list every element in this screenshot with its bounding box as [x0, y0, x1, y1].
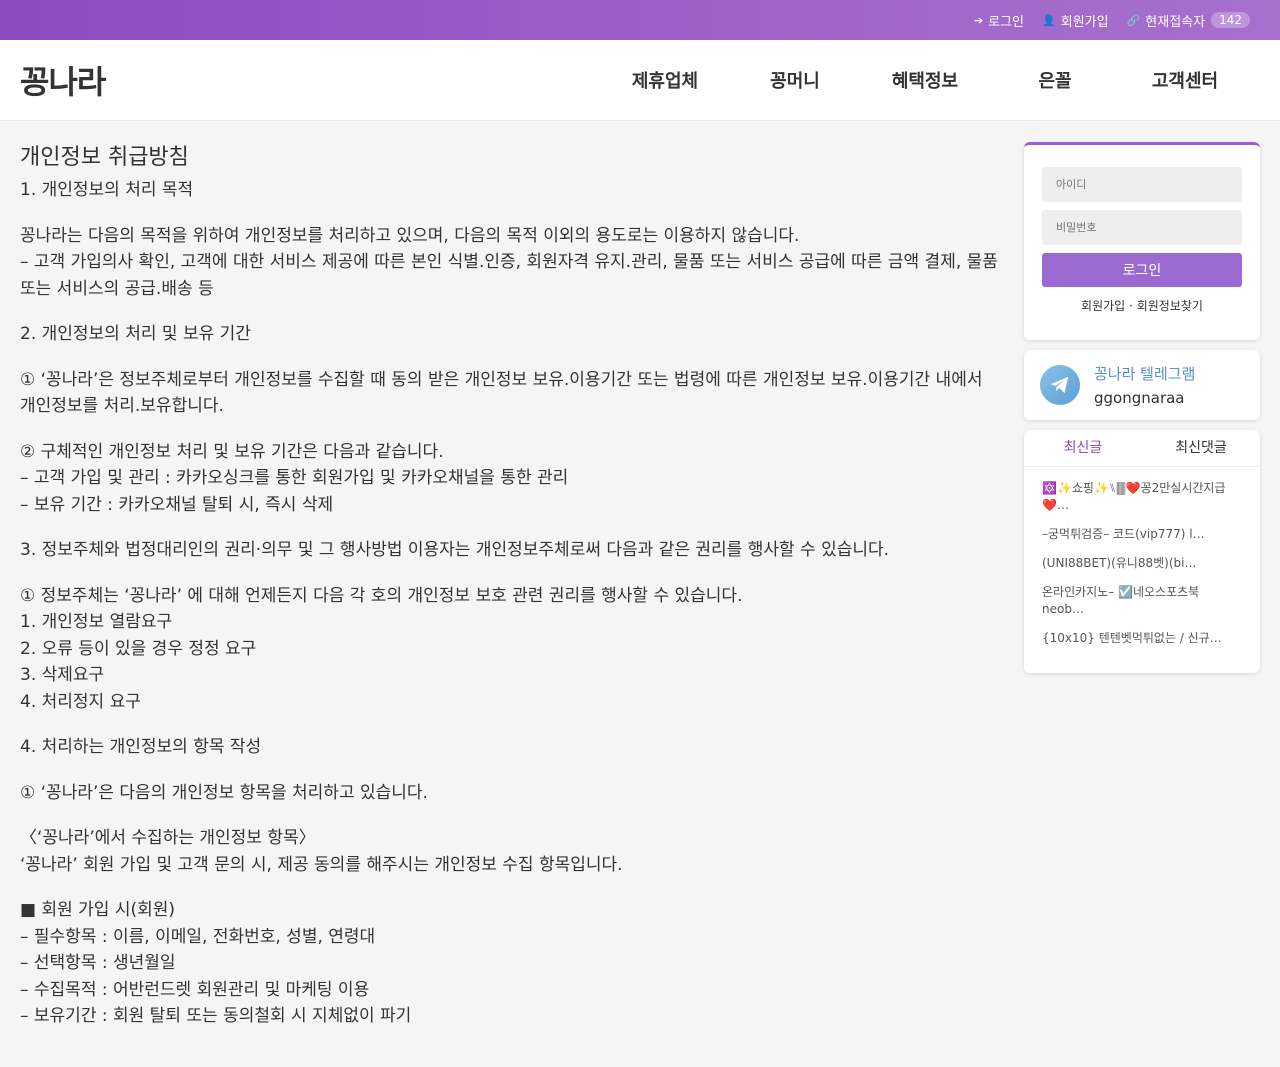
- visitors-count-badge: 142: [1211, 12, 1250, 28]
- list-item[interactable]: (UNI88BET)(유니88벳)(bi…: [1042, 555, 1242, 572]
- main-content: 개인정보 취급방침 1. 개인정보의 처리 목적 꽁나라는 다음의 목적을 위하…: [0, 121, 1020, 1067]
- policy-line: – 고객 가입의사 확인, 고객에 대한 서비스 제공에 따른 본인 식별.인증…: [20, 252, 998, 299]
- link-separator: ·: [1129, 299, 1133, 313]
- policy-line: ① ‘꽁나라’은 정보주체로부터 개인정보를 수집할 때 동의 받은 개인정보 …: [20, 369, 983, 417]
- policy-line: – 필수항목 : 이름, 이메일, 전화번호, 성별, 연령대: [20, 926, 376, 947]
- policy-paragraph: ■ 회원 가입 시(회원) – 필수항목 : 이름, 이메일, 전화번호, 성별,…: [20, 897, 1000, 1030]
- find-account-link[interactable]: 회원정보찾기: [1137, 299, 1203, 313]
- telegram-handle: ggongnaraa: [1094, 389, 1185, 407]
- tab-latest-comments[interactable]: 최신댓글: [1142, 430, 1260, 466]
- policy-line: – 선택항목 : 생년월일: [20, 953, 176, 973]
- login-button[interactable]: 로그인: [1042, 253, 1242, 287]
- policy-line: 꽁나라는 다음의 목적을 위하여 개인정보를 처리하고 있으며, 다음의 목적 …: [20, 225, 800, 246]
- nav-item-gallery[interactable]: 은꼴: [990, 67, 1120, 93]
- policy-paragraph: ② 구체적인 개인정보 처리 및 보유 기간은 다음과 같습니다. – 고객 가입…: [20, 439, 1000, 519]
- signup-link-label: 회원가입: [1060, 14, 1109, 30]
- top-bar: ➔ 로그인 👤 회원가입 🔗 현재접속자 142: [0, 0, 1280, 40]
- policy-line: ① ‘꽁나라’은 다음의 개인정보 항목을 처리하고 있습니다.: [20, 782, 428, 803]
- policy-line: – 고객 가입 및 관리 : 카카오싱크를 통한 회원가입 및 카카오채널을 통…: [20, 468, 569, 488]
- user-icon: 👤: [1042, 13, 1056, 27]
- password-input[interactable]: [1042, 210, 1242, 245]
- policy-body: 1. 개인정보의 처리 목적 꽁나라는 다음의 목적을 위하여 개인정보를 처리…: [20, 177, 1000, 1030]
- policy-line: ■ 회원 가입 시(회원): [20, 900, 176, 920]
- policy-line: 1. 개인정보 열람요구: [20, 612, 173, 632]
- policy-paragraph: 꽁나라는 다음의 목적을 위하여 개인정보를 처리하고 있으며, 다음의 목적 …: [20, 223, 1000, 303]
- telegram-icon: [1040, 365, 1080, 405]
- site-header: 꽁나라 제휴업체 꽁머니 혜택정보 은꼴 고객센터: [0, 40, 1280, 121]
- tab-latest-posts[interactable]: 최신글: [1024, 430, 1142, 466]
- policy-paragraph: 3. 정보주체와 법정대리인의 권리·의무 및 그 행사방법 이용자는 개인정보…: [20, 537, 1000, 564]
- policy-paragraph: 4. 처리하는 개인정보의 항목 작성: [20, 734, 1000, 761]
- visitors-label: 현재접속자: [1145, 14, 1206, 30]
- policy-line: 3. 삭제요구: [20, 665, 105, 685]
- sidebar: 로그인 회원가입 · 회원정보찾기 꽁나라 텔레그램 ggongnaraa 최신…: [1024, 142, 1260, 673]
- recent-posts-card: 최신글 최신댓글 🔯✨쇼핑✨⑊🀫❤️꽁2만실시간지급❤️… –궁먹튀검증– 코드…: [1024, 430, 1260, 673]
- login-card: 로그인 회원가입 · 회원정보찾기: [1024, 142, 1260, 340]
- login-link[interactable]: ➔ 로그인: [974, 11, 1024, 30]
- policy-line: 4. 처리하는 개인정보의 항목 작성: [20, 737, 262, 757]
- main-nav: 제휴업체 꽁머니 혜택정보 은꼴 고객센터: [600, 67, 1250, 93]
- policy-line: 1. 개인정보의 처리 목적: [20, 180, 194, 200]
- policy-line: – 보유 기간 : 카카오채널 탈퇴 시, 즉시 삭제: [20, 494, 334, 515]
- list-item[interactable]: –궁먹튀검증– 코드(vip777) l…: [1042, 526, 1242, 543]
- policy-line: 3. 정보주체와 법정대리인의 권리·의무 및 그 행사방법 이용자는 개인정보…: [20, 540, 890, 560]
- policy-line: ① 정보주체는 ‘꽁나라’ 에 대해 언제든지 다음 각 호의 개인정보 보호 …: [20, 585, 743, 606]
- policy-paragraph: ① 정보주체는 ‘꽁나라’ 에 대해 언제든지 다음 각 호의 개인정보 보호 …: [20, 583, 1000, 716]
- policy-line: 4. 처리정지 요구: [20, 691, 141, 712]
- policy-line: – 수집목적 : 어반런드렛 회원관리 및 마케팅 이용: [20, 979, 370, 1000]
- telegram-card[interactable]: 꽁나라 텔레그램 ggongnaraa: [1024, 350, 1260, 420]
- signup-link-sidebar[interactable]: 회원가입: [1081, 299, 1125, 313]
- recent-tabs: 최신글 최신댓글: [1024, 430, 1260, 467]
- post-list: 🔯✨쇼핑✨⑊🀫❤️꽁2만실시간지급❤️… –궁먹튀검증– 코드(vip777) …: [1024, 467, 1260, 647]
- policy-paragraph: 〈‘꽁나라’에서 수집하는 개인정보 항목〉 ‘꽁나라’ 회원 가입 및 고객 문…: [20, 825, 1000, 878]
- list-item[interactable]: 온라인카지노– ☑️네오스포츠북 neob…: [1042, 584, 1242, 618]
- policy-line: 〈‘꽁나라’에서 수집하는 개인정보 항목〉: [20, 828, 316, 848]
- policy-paragraph: ① ‘꽁나라’은 다음의 개인정보 항목을 처리하고 있습니다.: [20, 780, 1000, 807]
- telegram-title: 꽁나라 텔레그램: [1094, 365, 1196, 383]
- policy-line: 2. 오류 등이 있을 경우 정정 요구: [20, 638, 257, 659]
- policy-paragraph: 1. 개인정보의 처리 목적: [20, 177, 1000, 204]
- site-logo[interactable]: 꽁나라: [20, 57, 580, 103]
- visitors-link[interactable]: 🔗 현재접속자 142: [1127, 11, 1250, 30]
- policy-line: 2. 개인정보의 처리 및 보유 기간: [20, 324, 251, 344]
- username-input[interactable]: [1042, 167, 1242, 202]
- nav-item-benefits[interactable]: 혜택정보: [860, 67, 990, 93]
- login-links: 회원가입 · 회원정보찾기: [1042, 297, 1242, 314]
- policy-line: ② 구체적인 개인정보 처리 및 보유 기간은 다음과 같습니다.: [20, 441, 444, 462]
- nav-item-partners[interactable]: 제휴업체: [600, 67, 730, 93]
- sign-in-icon: ➔: [973, 13, 984, 27]
- policy-paragraph: ① ‘꽁나라’은 정보주체로부터 개인정보를 수집할 때 동의 받은 개인정보 …: [20, 367, 1000, 420]
- nav-item-customer-center[interactable]: 고객센터: [1120, 67, 1250, 93]
- page-title: 개인정보 취급방침: [20, 145, 189, 170]
- signup-link[interactable]: 👤 회원가입: [1042, 11, 1109, 30]
- link-icon: 🔗: [1126, 13, 1141, 27]
- nav-item-ggong-money[interactable]: 꽁머니: [730, 67, 860, 93]
- policy-paragraph: 2. 개인정보의 처리 및 보유 기간: [20, 321, 1000, 348]
- policy-line: ‘꽁나라’ 회원 가입 및 고객 문의 시, 제공 동의를 해주시는 개인정보 …: [20, 854, 623, 875]
- list-item[interactable]: 🔯✨쇼핑✨⑊🀫❤️꽁2만실시간지급❤️…: [1042, 480, 1242, 514]
- list-item[interactable]: {10x10} 텐텐벳먹튀없는 / 신규…: [1042, 630, 1242, 647]
- policy-line: – 보유기간 : 회원 탈퇴 또는 동의철회 시 지체없이 파기: [20, 1006, 412, 1026]
- login-link-label: 로그인: [988, 14, 1025, 30]
